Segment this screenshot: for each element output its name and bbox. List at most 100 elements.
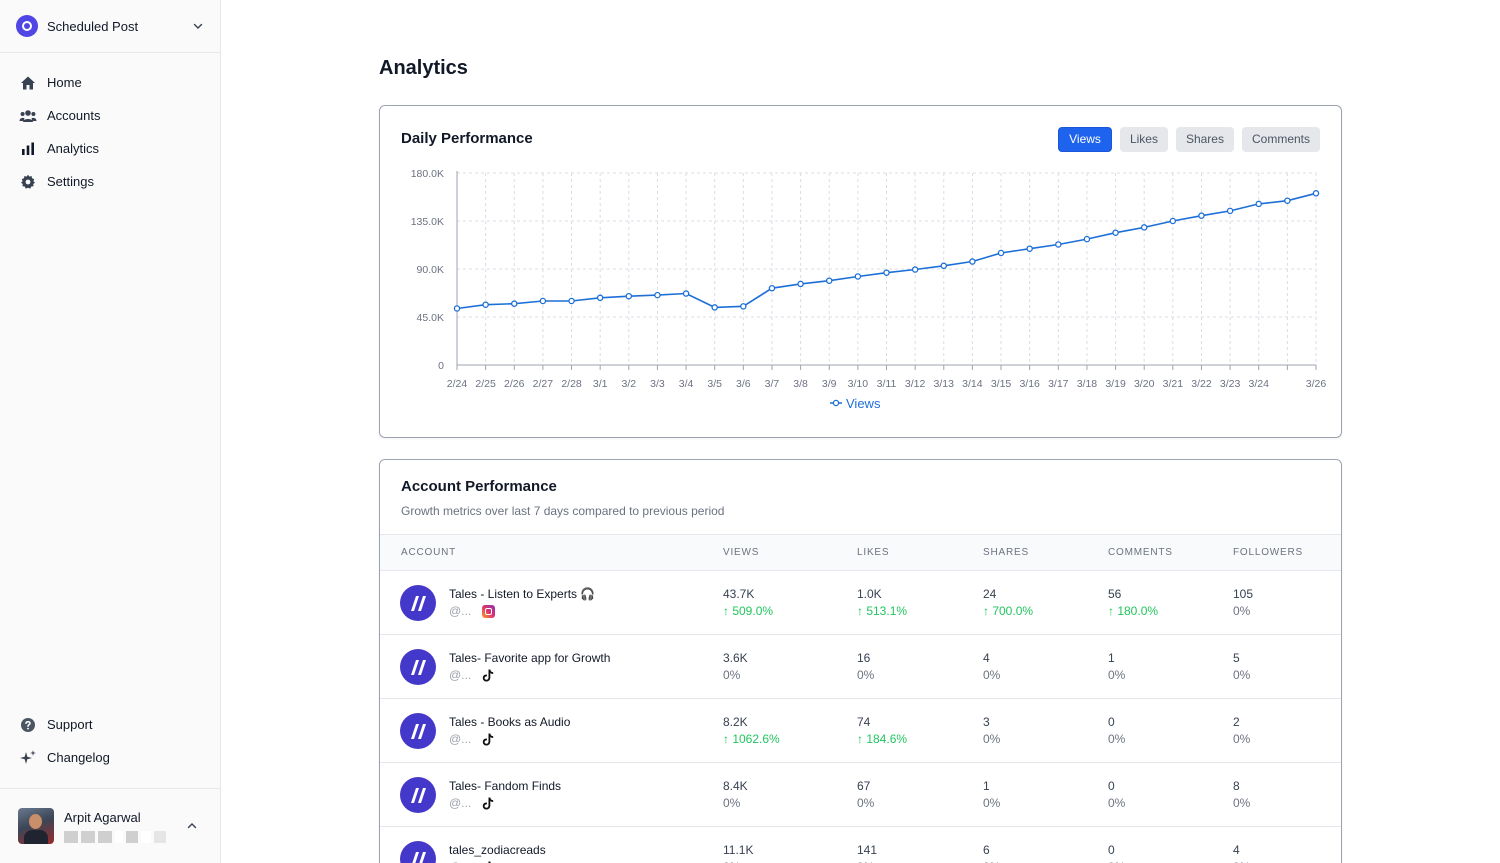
workspace-switcher[interactable]: Scheduled Post xyxy=(0,0,221,53)
sidebar-bottom-nav: Support Changelog xyxy=(0,708,221,774)
x-tick-label: 3/10 xyxy=(848,378,869,390)
x-tick-label: 3/2 xyxy=(621,378,636,390)
x-tick-label: 2/27 xyxy=(533,378,554,390)
sidebar-item-support[interactable]: Support xyxy=(0,708,221,741)
data-point xyxy=(1255,200,1262,208)
x-tick-label: 3/17 xyxy=(1048,378,1069,390)
sidebar-item-settings[interactable]: Settings xyxy=(0,165,221,198)
comments-change: 0% xyxy=(1108,668,1126,682)
page-title: Analytics xyxy=(379,57,468,79)
help-icon xyxy=(19,716,37,734)
data-point xyxy=(539,297,547,305)
comments-change: 0% xyxy=(1108,796,1126,810)
data-point xyxy=(854,273,862,280)
likes-value: 74 xyxy=(857,715,871,729)
table-row[interactable]: Tales- Fandom Finds @... 8.4K 0% 67 0% 1 0% 0 0% 8… xyxy=(380,763,1341,827)
account-handle: @... xyxy=(449,796,472,810)
data-point xyxy=(482,301,489,308)
x-tick-label: 3/8 xyxy=(793,378,808,390)
sidebar-nav: Home Accounts Analytics Settings xyxy=(0,66,221,198)
y-tick-label: 45.0K xyxy=(417,312,444,324)
user-name: Arpit Agarwal xyxy=(64,809,141,825)
account-logo-icon xyxy=(400,649,436,685)
data-point xyxy=(1169,217,1177,225)
legend-marker xyxy=(832,399,840,407)
sidebar-item-label: Accounts xyxy=(47,108,101,123)
x-tick-label: 3/12 xyxy=(905,378,926,390)
views-value: 43.7K xyxy=(723,587,755,601)
comments-value: 0 xyxy=(1108,715,1115,729)
data-point xyxy=(1055,241,1062,248)
comments-value: 56 xyxy=(1108,587,1122,601)
followers-change: 0% xyxy=(1233,668,1251,682)
data-point xyxy=(997,249,1005,257)
views-value: 3.6K xyxy=(723,651,748,665)
account-logo-icon xyxy=(400,585,436,621)
shares-change: ↑ 700.0% xyxy=(983,604,1034,618)
views-value: 8.2K xyxy=(723,715,748,729)
comments-change: 0% xyxy=(1108,732,1126,746)
comments-value: 0 xyxy=(1108,779,1115,793)
account-performance-title: Account Performance xyxy=(401,478,557,495)
followers-value: 4 xyxy=(1233,843,1240,857)
sidebar-item-label: Support xyxy=(47,717,93,732)
table-header: ACCOUNT VIEWS LIKES SHARES COMMENTS FOLL… xyxy=(380,534,1341,571)
sidebar-item-changelog[interactable]: Changelog xyxy=(0,741,221,774)
data-point xyxy=(797,280,804,288)
table-row[interactable]: Tales - Books as Audio @... 8.2K ↑ 1062.6% 7… xyxy=(380,699,1341,763)
x-tick-label: 3/14 xyxy=(962,378,983,390)
column-header-account: ACCOUNT xyxy=(401,547,457,558)
column-header-followers: FOLLOWERS xyxy=(1233,547,1303,558)
account-logo-icon xyxy=(400,713,436,749)
table-row[interactable]: tales_zodiacreads@...11.1K0%1410%60%00%4… xyxy=(380,827,1341,863)
likes-value: 16 xyxy=(857,651,871,665)
data-point xyxy=(825,277,833,284)
account-performance-card: Account Performance Growth metrics over … xyxy=(379,459,1342,863)
views-change: ↑ 509.0% xyxy=(723,604,774,618)
sidebar-item-home[interactable]: Home xyxy=(0,66,221,99)
x-tick-label: 3/11 xyxy=(877,378,897,390)
column-header-comments: COMMENTS xyxy=(1108,547,1173,558)
y-tick-label: 90.0K xyxy=(417,264,444,276)
views-value: 11.1K xyxy=(723,843,754,857)
data-point xyxy=(1026,245,1033,252)
workspace-name: Scheduled Post xyxy=(47,18,139,34)
redacted-email xyxy=(64,830,185,843)
account-handle: @... xyxy=(449,604,472,618)
sidebar-item-accounts[interactable]: Accounts xyxy=(0,99,221,132)
likes-value: 67 xyxy=(857,779,871,793)
table-row[interactable]: Tales - Listen to Experts 🎧 @... 43.7K ↑ 50… xyxy=(380,571,1341,635)
shares-change: 0% xyxy=(983,796,1001,810)
data-point xyxy=(654,291,661,299)
x-tick-label: 2/24 xyxy=(447,378,468,390)
likes-change: 0% xyxy=(857,668,875,682)
data-point xyxy=(711,304,718,311)
account-performance-subtitle: Growth metrics over last 7 days compared… xyxy=(401,504,725,518)
shares-change: 0% xyxy=(983,732,1001,746)
y-tick-label: 180.0K xyxy=(411,168,444,180)
shares-value: 24 xyxy=(983,587,997,601)
user-menu[interactable]: Arpit Agarwal xyxy=(0,788,221,863)
x-tick-label: 3/24 xyxy=(1249,378,1270,390)
likes-change: 0% xyxy=(857,796,875,810)
table-row[interactable]: Tales- Favorite app for Growth @... 3.6K 0%… xyxy=(380,635,1341,699)
likes-change: ↑ 184.6% xyxy=(857,732,908,746)
data-point xyxy=(1284,197,1291,204)
sparkle-icon xyxy=(19,749,37,767)
data-point xyxy=(1140,224,1148,231)
bar-chart-icon xyxy=(19,140,37,158)
sidebar-item-analytics[interactable]: Analytics xyxy=(0,132,221,165)
sidebar-item-label: Changelog xyxy=(47,750,110,765)
x-tick-label: 3/15 xyxy=(991,378,1012,390)
column-header-views: VIEWS xyxy=(723,547,760,558)
x-tick-label: 3/19 xyxy=(1105,378,1126,390)
views-change: ↑ 1062.6% xyxy=(723,732,780,746)
shares-value: 4 xyxy=(983,651,990,665)
x-tick-label: 3/22 xyxy=(1191,378,1212,390)
avatar xyxy=(18,808,54,844)
data-point xyxy=(511,300,518,307)
data-point xyxy=(1083,235,1091,243)
views-change: 0% xyxy=(723,796,741,810)
views-change: 0% xyxy=(723,668,741,682)
followers-value: 5 xyxy=(1233,651,1240,665)
